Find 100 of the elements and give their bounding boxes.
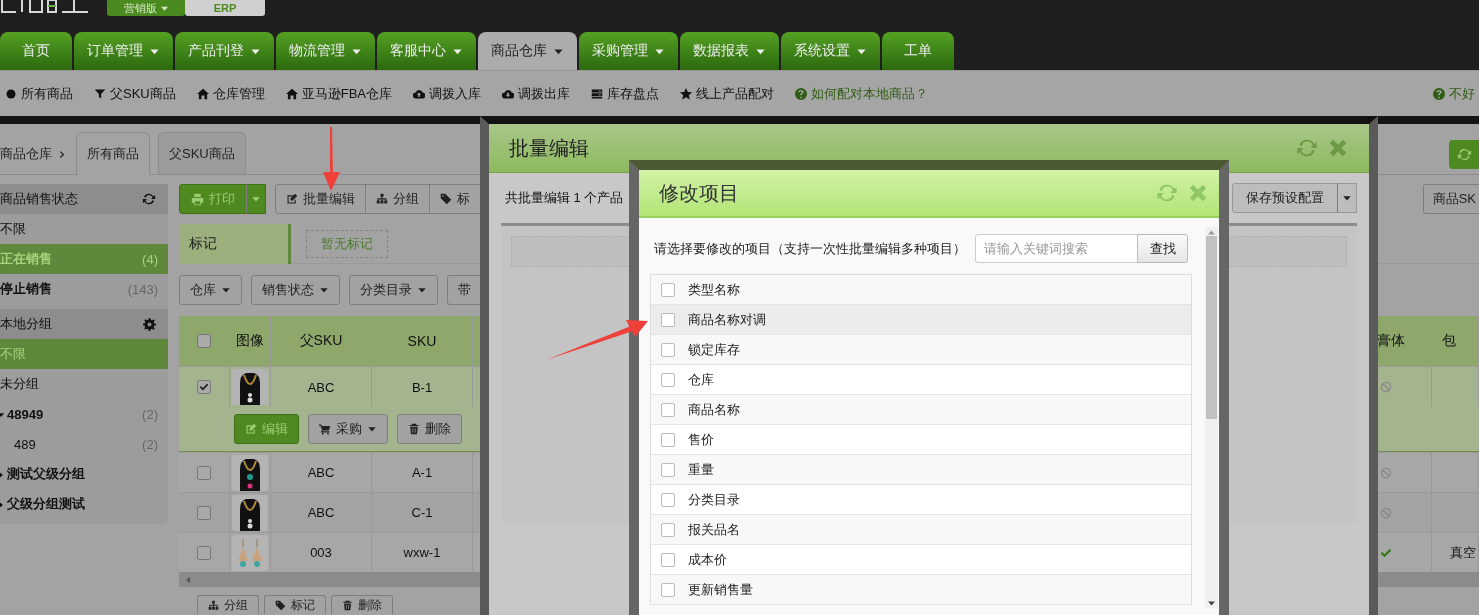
checkbox[interactable]: [661, 312, 675, 327]
nav-tab[interactable]: 数据报表: [680, 32, 779, 70]
bulk-action-button[interactable]: 删除: [331, 595, 393, 614]
hierarchy-icon: [208, 599, 219, 611]
checkbox[interactable]: [661, 282, 675, 297]
prohibited-icon: [1380, 466, 1392, 479]
checkbox[interactable]: [197, 465, 211, 480]
nav-link[interactable]: 库存盘点: [591, 84, 660, 103]
section-title: 商品销售状态: [0, 190, 78, 208]
column-button[interactable]: 商品SK: [1422, 184, 1479, 214]
breadcrumb[interactable]: 商品仓库: [0, 145, 52, 163]
checkbox[interactable]: [197, 545, 211, 560]
filter-button[interactable]: 带: [447, 275, 482, 305]
sidebar-item[interactable]: 测试父级分组: [0, 459, 168, 489]
nav-tab[interactable]: 首页: [0, 32, 72, 70]
print-menu-button[interactable]: [246, 184, 266, 214]
close-button[interactable]: [1187, 182, 1209, 204]
nav-tab[interactable]: 订单管理: [74, 32, 173, 70]
checkbox[interactable]: [661, 522, 675, 537]
checkbox[interactable]: [197, 380, 211, 394]
nav-tab[interactable]: 商品仓库: [478, 32, 577, 70]
help-icon: [1433, 87, 1445, 100]
page-tab[interactable]: 所有商品: [76, 132, 150, 175]
nav-link[interactable]: 仓库管理: [196, 84, 265, 103]
option-row[interactable]: 仓库: [651, 365, 1191, 395]
nav-tab[interactable]: 物流管理: [276, 32, 375, 70]
refresh-button[interactable]: [1449, 139, 1479, 169]
filter-button[interactable]: 销售状态: [251, 275, 340, 305]
refresh-button[interactable]: [1156, 182, 1178, 204]
refresh-icon: [142, 192, 156, 206]
checkbox[interactable]: [661, 342, 675, 357]
tag-icon: [275, 599, 286, 611]
checkbox[interactable]: [661, 462, 675, 477]
page-tab[interactable]: 父SKU商品: [158, 132, 246, 174]
cloud-upload-icon: [413, 87, 426, 100]
edit-icon: [286, 193, 298, 205]
star-icon: [680, 87, 693, 100]
bulk-action-button[interactable]: 分组: [197, 595, 259, 614]
toolbar-button[interactable]: 分组: [365, 184, 430, 214]
option-row[interactable]: 分类目录: [651, 485, 1191, 515]
caret-icon: [319, 285, 329, 295]
checkbox[interactable]: [661, 432, 675, 447]
section-title: 本地分组: [0, 315, 52, 333]
prohibited-icon: [1380, 381, 1392, 393]
option-row[interactable]: 成本价: [651, 545, 1191, 575]
column-header: 父SKU: [299, 332, 343, 350]
trash-icon: [408, 423, 420, 435]
close-icon: [1327, 137, 1349, 159]
filter-button[interactable]: 分类目录: [349, 275, 438, 305]
preset-menu-button[interactable]: [1337, 183, 1357, 213]
nav-tab[interactable]: 采购管理: [579, 32, 678, 70]
drive-icon: [591, 87, 604, 100]
summary-text: 共批量编辑 1 个产品: [505, 189, 624, 207]
option-row[interactable]: 商品名称对调: [651, 305, 1191, 335]
table-cell: ABC: [307, 465, 335, 480]
row-action-button[interactable]: 采购: [308, 414, 388, 444]
search-field[interactable]: 请输入关键词搜索: [975, 234, 1138, 263]
nav-link[interactable]: 所有商品: [5, 84, 73, 103]
toolbar-button[interactable]: 标: [429, 184, 481, 214]
table-cell: ABC: [307, 505, 335, 520]
refresh-button[interactable]: [1296, 137, 1318, 159]
help-link[interactable]: 如何配对本地商品？: [795, 84, 929, 103]
save-preset-button[interactable]: 保存预设配置: [1232, 183, 1338, 213]
edition-menu-button[interactable]: 营销版: [107, 0, 185, 16]
checkbox[interactable]: [197, 505, 211, 520]
checkbox[interactable]: [661, 552, 675, 567]
arrow: [323, 127, 340, 191]
nav-link[interactable]: 线上产品配对: [680, 84, 775, 103]
trash-icon: [342, 599, 353, 611]
sidebar-item[interactable]: 不限: [0, 214, 168, 244]
nav-link[interactable]: 父SKU商品: [94, 84, 176, 103]
dialog-title: 批量编辑: [509, 135, 589, 161]
nav-link[interactable]: 调拨出库: [502, 84, 571, 103]
table-cell: ABC: [307, 379, 335, 395]
table-cell: A-1: [411, 465, 433, 480]
nav-link[interactable]: 调拨入库: [413, 84, 482, 103]
empty-tag: 暂无标记: [306, 229, 388, 258]
sidebar-item[interactable]: 未分组: [0, 369, 168, 399]
sidebar-item[interactable]: 父级分组测试: [0, 489, 168, 519]
search-button[interactable]: 查找: [1137, 234, 1188, 263]
table-cell: C-1: [411, 505, 433, 520]
close-button[interactable]: [1327, 137, 1349, 159]
filter-button[interactable]: 仓库: [179, 275, 242, 305]
checkbox[interactable]: [661, 372, 675, 387]
nav-link[interactable]: 亚马逊FBA仓库: [285, 84, 393, 103]
nav-tab[interactable]: 工单: [882, 32, 954, 70]
option-row[interactable]: 售价: [651, 425, 1191, 455]
toolbar-button[interactable]: 批量编辑: [275, 184, 366, 214]
checkbox[interactable]: [661, 582, 675, 597]
check-icon: [1380, 546, 1392, 559]
bulk-action-button[interactable]: 标记: [264, 595, 326, 614]
nav-tab[interactable]: 客服中心: [377, 32, 476, 70]
checkbox[interactable]: [197, 334, 211, 348]
tag-label: 标记: [179, 223, 291, 264]
scrollbar[interactable]: [1205, 227, 1218, 608]
row-action-button[interactable]: 删除: [397, 414, 462, 444]
nav-tab[interactable]: 产品刊登: [175, 32, 274, 70]
checkbox[interactable]: [661, 492, 675, 507]
checkbox[interactable]: [661, 402, 675, 417]
nav-tab[interactable]: 系统设置: [781, 32, 880, 70]
